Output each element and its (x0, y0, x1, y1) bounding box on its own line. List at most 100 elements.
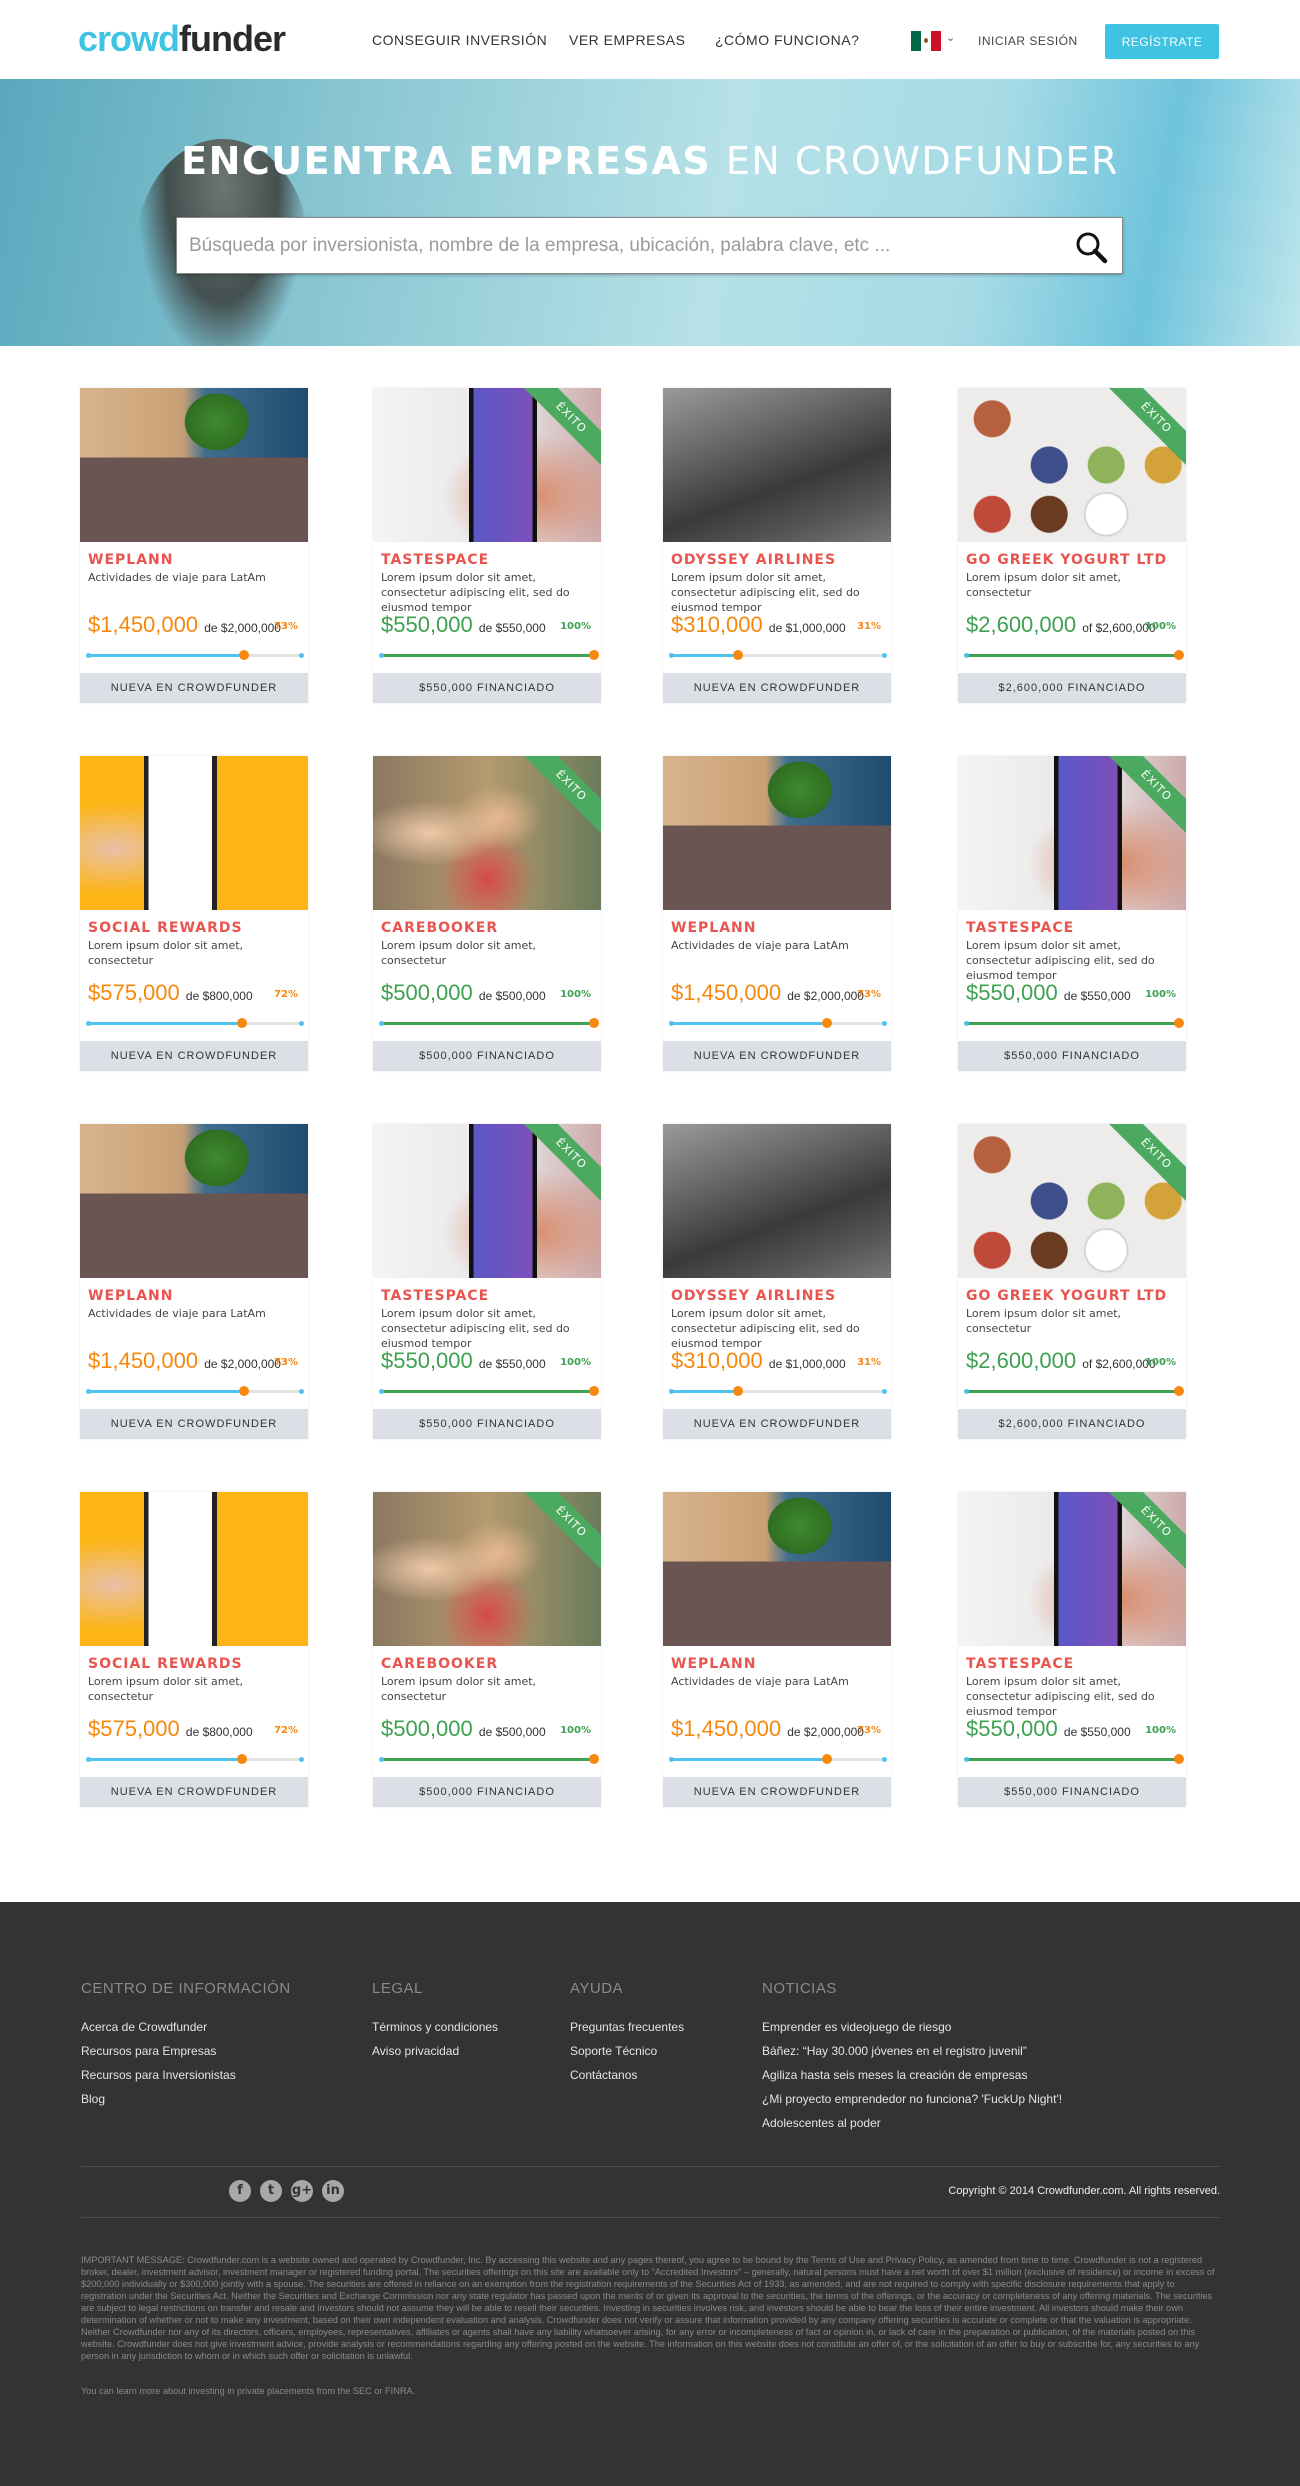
company-name[interactable]: CAREBOOKER (381, 920, 498, 936)
progress-bar (669, 1018, 887, 1028)
company-card[interactable]: ÉXITO TASTESPACE Lorem ipsum dolor sit a… (958, 1492, 1186, 1807)
card-status-button[interactable]: NUEVA EN CROWDFUNDER (80, 1041, 308, 1071)
company-image[interactable]: ÉXITO (958, 388, 1186, 542)
footer-link[interactable]: Adolescentes al poder (762, 2116, 881, 2130)
nav-conseguir-inversion[interactable]: CONSEGUIR INVERSIÓN (372, 32, 547, 48)
company-name[interactable]: GO GREEK YOGURT LTD (966, 1288, 1167, 1304)
mexico-flag-icon[interactable] (911, 31, 941, 51)
card-status-button[interactable]: $550,000 FINANCIADO (958, 1041, 1186, 1071)
company-name[interactable]: CAREBOOKER (381, 1656, 498, 1672)
company-name[interactable]: SOCIAL REWARDS (88, 1656, 243, 1672)
twitter-icon[interactable]: t (260, 2180, 282, 2202)
company-image[interactable] (663, 756, 891, 910)
company-name[interactable]: WEPLANN (88, 1288, 173, 1304)
card-status-button[interactable]: $550,000 FINANCIADO (958, 1777, 1186, 1807)
company-name[interactable]: TASTESPACE (966, 920, 1074, 936)
footer-link[interactable]: Emprender es videojuego de riesgo (762, 2020, 951, 2034)
company-image[interactable] (80, 388, 308, 542)
chevron-down-icon[interactable]: ⌄ (946, 31, 955, 44)
login-link[interactable]: INICIAR SESIÓN (978, 34, 1078, 48)
card-status-button[interactable]: $550,000 FINANCIADO (373, 1409, 601, 1439)
company-card[interactable]: ÉXITO TASTESPACE Lorem ipsum dolor sit a… (373, 1124, 601, 1439)
google-plus-icon[interactable]: g+ (291, 2180, 313, 2202)
search-icon[interactable] (1074, 230, 1108, 264)
company-image[interactable]: ÉXITO (958, 1124, 1186, 1278)
card-status-button[interactable]: $500,000 FINANCIADO (373, 1777, 601, 1807)
footer-link[interactable]: Blog (81, 2092, 105, 2106)
progress-start-dot (669, 1757, 674, 1762)
footer-link[interactable]: Términos y condiciones (372, 2020, 498, 2034)
card-status-button[interactable]: NUEVA EN CROWDFUNDER (663, 1777, 891, 1807)
company-card[interactable]: ÉXITO CAREBOOKER Lorem ipsum dolor sit a… (373, 1492, 601, 1807)
card-status-button[interactable]: $500,000 FINANCIADO (373, 1041, 601, 1071)
footer-link[interactable]: Agiliza hasta seis meses la creación de … (762, 2068, 1027, 2082)
company-image[interactable]: ÉXITO (373, 756, 601, 910)
company-name[interactable]: WEPLANN (88, 552, 173, 568)
card-status-button[interactable]: NUEVA EN CROWDFUNDER (80, 1777, 308, 1807)
card-status-button[interactable]: NUEVA EN CROWDFUNDER (663, 673, 891, 703)
company-name[interactable]: SOCIAL REWARDS (88, 920, 243, 936)
crowdfunder-logo[interactable]: crowdfunder (78, 18, 286, 60)
card-status-button[interactable]: $550,000 FINANCIADO (373, 673, 601, 703)
footer-heading: LEGAL (372, 1980, 423, 1997)
card-status-button[interactable]: $2,600,000 FINANCIADO (958, 673, 1186, 703)
company-image[interactable] (663, 1492, 891, 1646)
facebook-icon[interactable]: f (229, 2180, 251, 2202)
company-image[interactable]: ÉXITO (958, 756, 1186, 910)
company-name[interactable]: GO GREEK YOGURT LTD (966, 552, 1167, 568)
footer-link[interactable]: ¿Mi proyecto emprendedor no funciona? 'F… (762, 2092, 1062, 2106)
funded-percent: 31% (857, 621, 881, 632)
footer-link[interactable]: Aviso privacidad (372, 2044, 459, 2058)
company-image[interactable] (80, 1124, 308, 1278)
company-card[interactable]: WEPLANN Actividades de viaje para LatAm … (663, 756, 891, 1071)
nav-ver-empresas[interactable]: VER EMPRESAS (569, 32, 685, 48)
company-card[interactable]: ODYSSEY AIRLINES Lorem ipsum dolor sit a… (663, 388, 891, 703)
company-card[interactable]: ÉXITO TASTESPACE Lorem ipsum dolor sit a… (373, 388, 601, 703)
company-card[interactable]: WEPLANN Actividades de viaje para LatAm … (80, 1124, 308, 1439)
company-image[interactable] (80, 756, 308, 910)
card-status-button[interactable]: NUEVA EN CROWDFUNDER (663, 1041, 891, 1071)
register-button[interactable]: REGÍSTRATE (1105, 24, 1219, 59)
company-card[interactable]: SOCIAL REWARDS Lorem ipsum dolor sit ame… (80, 1492, 308, 1807)
footer-link[interactable]: Soporte Técnico (570, 2044, 657, 2058)
company-card[interactable]: ÉXITO GO GREEK YOGURT LTD Lorem ipsum do… (958, 388, 1186, 703)
card-status-button[interactable]: NUEVA EN CROWDFUNDER (80, 1409, 308, 1439)
nav-como-funciona[interactable]: ¿CÓMO FUNCIONA? (715, 32, 859, 48)
company-name[interactable]: TASTESPACE (966, 1656, 1074, 1672)
card-status-button[interactable]: $2,600,000 FINANCIADO (958, 1409, 1186, 1439)
company-name[interactable]: WEPLANN (671, 920, 756, 936)
company-image[interactable]: ÉXITO (373, 1492, 601, 1646)
progress-bar (86, 650, 304, 660)
company-card[interactable]: SOCIAL REWARDS Lorem ipsum dolor sit ame… (80, 756, 308, 1071)
footer-link[interactable]: Recursos para Empresas (81, 2044, 216, 2058)
company-card[interactable]: ÉXITO TASTESPACE Lorem ipsum dolor sit a… (958, 756, 1186, 1071)
company-image[interactable] (663, 1124, 891, 1278)
company-card[interactable]: ODYSSEY AIRLINES Lorem ipsum dolor sit a… (663, 1124, 891, 1439)
card-status-button[interactable]: NUEVA EN CROWDFUNDER (80, 673, 308, 703)
footer-link[interactable]: Acerca de Crowdfunder (81, 2020, 207, 2034)
footer-link[interactable]: Báñez: “Hay 30.000 jóvenes en el registr… (762, 2044, 1027, 2058)
company-name[interactable]: TASTESPACE (381, 552, 489, 568)
footer-link[interactable]: Contáctanos (570, 2068, 637, 2082)
company-name[interactable]: ODYSSEY AIRLINES (671, 1288, 836, 1304)
company-name[interactable]: ODYSSEY AIRLINES (671, 552, 836, 568)
company-card[interactable]: WEPLANN Actividades de viaje para LatAm … (663, 1492, 891, 1807)
company-name[interactable]: TASTESPACE (381, 1288, 489, 1304)
progress-start-dot (964, 1389, 969, 1394)
search-input[interactable] (177, 218, 1057, 273)
company-card[interactable]: WEPLANN Actividades de viaje para LatAm … (80, 388, 308, 703)
card-status-button[interactable]: NUEVA EN CROWDFUNDER (663, 1409, 891, 1439)
company-image[interactable] (663, 388, 891, 542)
company-image[interactable]: ÉXITO (373, 388, 601, 542)
company-card[interactable]: ÉXITO GO GREEK YOGURT LTD Lorem ipsum do… (958, 1124, 1186, 1439)
funding-goal: de $550,000 (1063, 1725, 1131, 1739)
company-card[interactable]: ÉXITO CAREBOOKER Lorem ipsum dolor sit a… (373, 756, 601, 1071)
company-image[interactable]: ÉXITO (373, 1124, 601, 1278)
company-image[interactable] (80, 1492, 308, 1646)
funding-goal: de $1,000,000 (768, 1357, 846, 1371)
company-image[interactable]: ÉXITO (958, 1492, 1186, 1646)
company-name[interactable]: WEPLANN (671, 1656, 756, 1672)
footer-link[interactable]: Recursos para Inversionistas (81, 2068, 236, 2082)
footer-link[interactable]: Preguntas frecuentes (570, 2020, 684, 2034)
linkedin-icon[interactable]: in (322, 2180, 344, 2202)
